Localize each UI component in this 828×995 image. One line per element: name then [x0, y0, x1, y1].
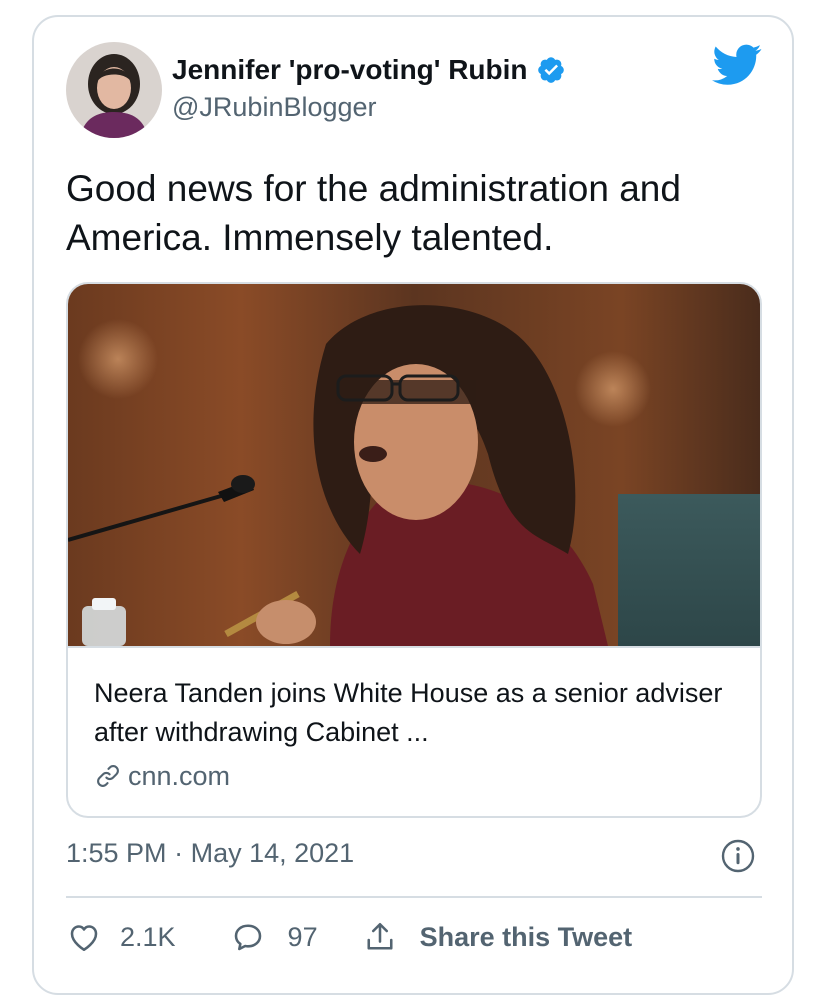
link-preview-card[interactable]: Neera Tanden joins White House as a seni…	[66, 282, 762, 818]
tweet-timestamp[interactable]: 1:55 PM · May 14, 2021	[66, 838, 354, 869]
speech-bubble-icon	[234, 924, 261, 951]
author-name[interactable]: Jennifer 'pro-voting' Rubin	[172, 54, 528, 86]
share-icon	[367, 922, 393, 950]
tweet-text: Good news for the administration and Ame…	[66, 168, 681, 258]
like-button[interactable]: 2.1K	[66, 919, 176, 955]
link-title[interactable]: Neera Tanden joins White House as a seni…	[94, 674, 744, 752]
author-handle[interactable]: @JRubinBlogger	[172, 92, 377, 123]
link-domain: cnn.com	[128, 760, 231, 791]
avatar[interactable]	[66, 42, 162, 138]
divider	[66, 896, 762, 898]
share-button[interactable]: Share this Tweet	[362, 919, 633, 955]
reply-button[interactable]: 97	[230, 919, 318, 955]
share-label: Share this Tweet	[419, 921, 633, 952]
link-icon	[97, 765, 119, 787]
article-thumbnail-image[interactable]	[68, 284, 760, 648]
like-count: 2.1K	[120, 921, 176, 952]
reply-count: 97	[287, 921, 318, 952]
action-bar: 2.1K 97 Share this Tweet	[66, 914, 632, 960]
meta-separator: ·	[174, 838, 184, 868]
tweet-date: May 14, 2021	[190, 838, 355, 868]
info-icon[interactable]	[720, 838, 756, 874]
link-domain-row[interactable]: cnn.com	[94, 758, 230, 794]
author-name-row: Jennifer 'pro-voting' Rubin	[172, 52, 566, 88]
verified-badge-icon	[537, 57, 564, 83]
heart-icon	[70, 925, 98, 952]
tweet-time: 1:55 PM	[66, 838, 167, 868]
twitter-bird-icon[interactable]	[712, 44, 762, 86]
